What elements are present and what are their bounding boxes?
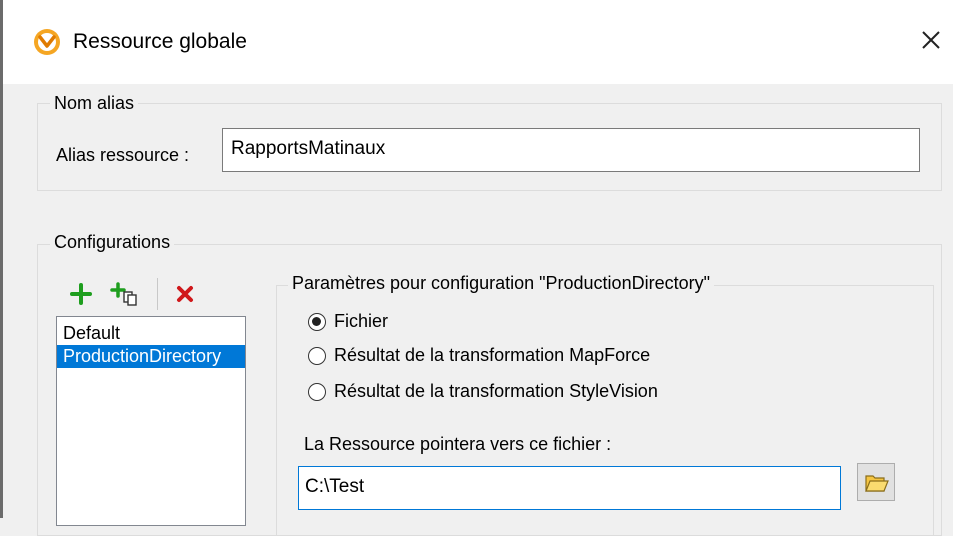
- configuration-list[interactable]: Default ProductionDirectory: [56, 316, 246, 526]
- radio-stylevision-label: Résultat de la transformation StyleVisio…: [334, 381, 658, 401]
- open-folder-icon: [865, 475, 889, 492]
- altova-logo-icon: [33, 28, 61, 56]
- radio-button-checked[interactable]: [308, 312, 326, 331]
- alias-group-legend: Nom alias: [50, 93, 139, 114]
- radio-fichier-label: Fichier: [334, 311, 389, 331]
- file-label: La Ressource pointera vers ce fichier :: [304, 434, 612, 454]
- alias-label: Alias ressource :: [56, 145, 190, 165]
- radio-button[interactable]: [308, 382, 326, 401]
- file-path-input[interactable]: C:\Test: [298, 466, 841, 510]
- toolbar-separator: [157, 278, 158, 310]
- settings-legend: Paramètres pour configuration "Productio…: [288, 273, 714, 294]
- add-configuration-button[interactable]: [68, 281, 94, 307]
- radio-button[interactable]: [308, 346, 326, 365]
- delete-configuration-button[interactable]: [172, 281, 198, 307]
- radio-stylevision[interactable]: Résultat de la transformation StyleVisio…: [308, 381, 658, 402]
- green-plus-copy-icon: [110, 282, 137, 306]
- green-plus-icon: [70, 283, 92, 305]
- browse-button[interactable]: [857, 463, 895, 501]
- close-button[interactable]: [915, 24, 947, 56]
- title-bar: Ressource globale: [3, 0, 953, 84]
- radio-mapforce-label: Résultat de la transformation MapForce: [334, 345, 651, 365]
- copy-configuration-button[interactable]: [110, 281, 137, 307]
- configurations-legend: Configurations: [50, 232, 175, 253]
- list-item-default[interactable]: Default: [57, 322, 245, 345]
- radio-fichier[interactable]: Fichier: [308, 311, 388, 332]
- dialog-title: Ressource globale: [73, 30, 247, 53]
- alias-input[interactable]: RapportsMatinaux: [222, 128, 920, 172]
- red-x-icon: [177, 286, 193, 302]
- list-item-productiondirectory[interactable]: ProductionDirectory: [57, 345, 245, 368]
- close-icon: [922, 31, 940, 49]
- radio-mapforce[interactable]: Résultat de la transformation MapForce: [308, 345, 650, 366]
